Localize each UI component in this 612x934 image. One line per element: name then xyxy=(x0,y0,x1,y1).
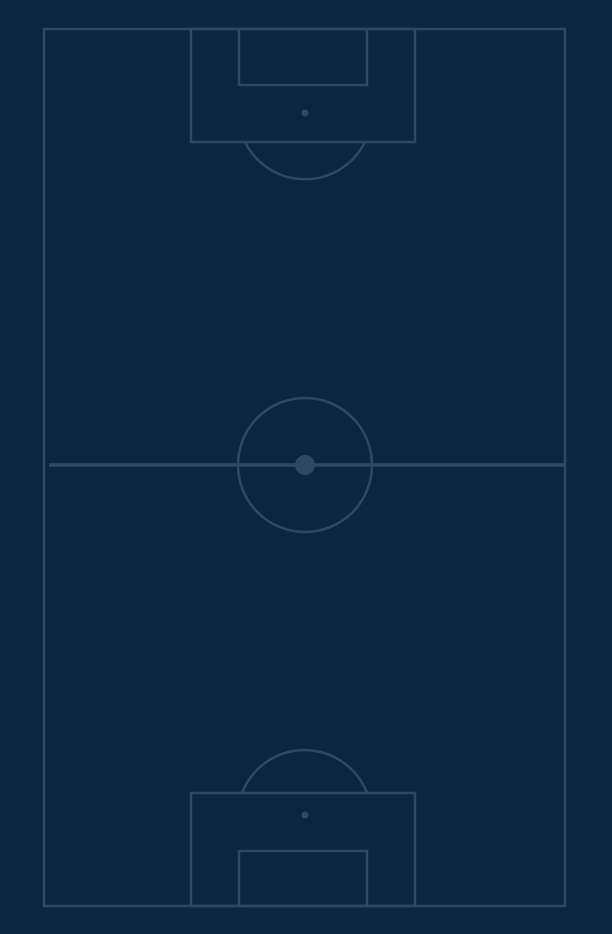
top-penalty-spot xyxy=(301,109,309,117)
soccer-pitch-diagram xyxy=(0,0,612,934)
center-spot xyxy=(295,455,315,475)
bottom-penalty-spot xyxy=(301,811,309,819)
